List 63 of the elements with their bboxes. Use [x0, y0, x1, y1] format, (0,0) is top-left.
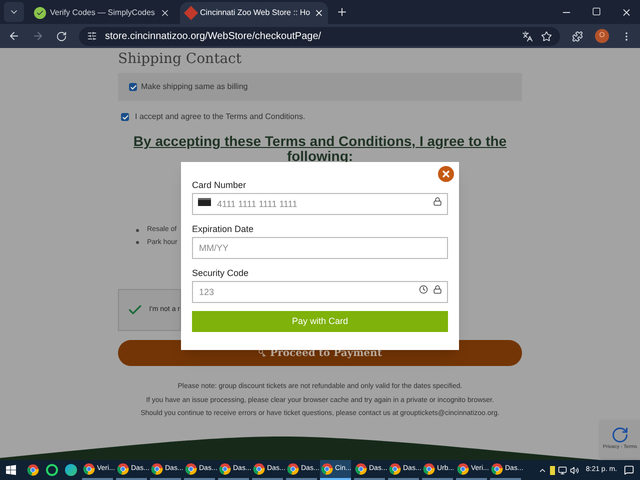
- browser-icon: [219, 463, 231, 475]
- browser-icon: [287, 463, 299, 475]
- url-text: store.cincinnatizoo.org/WebStore/checkoutPage/: [105, 30, 322, 44]
- browser-tab[interactable]: Cincinnati Zoo Web Store :: Ho: [180, 2, 328, 24]
- section-title: Shipping Contact: [118, 50, 243, 69]
- forward-icon[interactable]: [32, 30, 44, 42]
- new-tab-icon[interactable]: [336, 6, 348, 18]
- close-tab-icon[interactable]: [314, 8, 324, 18]
- address-bar[interactable]: store.cincinnatizoo.org/WebStore/checkoutPage/: [79, 26, 560, 46]
- key-icon: [258, 349, 266, 357]
- checkbox-label: Make shipping same as billing: [141, 81, 248, 93]
- restore-icon[interactable]: [592, 7, 601, 16]
- browser-icon: [185, 463, 197, 475]
- checkbox[interactable]: [129, 83, 137, 91]
- volume-icon[interactable]: [570, 466, 579, 474]
- close-tab-icon[interactable]: [160, 8, 170, 18]
- checkbox[interactable]: [121, 113, 129, 121]
- browser-icon: [83, 463, 95, 475]
- network-icon[interactable]: [558, 466, 567, 474]
- input-field[interactable]: MM/YY: [192, 237, 448, 259]
- site-info-icon[interactable]: [87, 31, 97, 41]
- browser-icon: [355, 463, 367, 475]
- chat-app-icon[interactable]: [46, 464, 58, 476]
- windows-start-icon[interactable]: [6, 465, 16, 475]
- browser-icon: [321, 463, 333, 475]
- translate-icon[interactable]: [522, 30, 533, 42]
- browser-icon: [27, 464, 39, 476]
- extensions-icon[interactable]: [572, 30, 583, 42]
- close-icon: [441, 169, 451, 179]
- input-field[interactable]: 123: [192, 281, 448, 303]
- terms-heading: By accepting these Terms and Conditions, I agree to the: [133, 134, 507, 149]
- input-field[interactable]: 4111 1111 1111 1111: [192, 193, 448, 215]
- field-label: Expiration Date: [192, 223, 255, 235]
- recaptcha-logo-icon: [611, 426, 629, 444]
- browser-icon: [423, 463, 435, 475]
- checkbox-label: I accept and agree to the Terms and Conditions.: [135, 111, 306, 123]
- browser-icon: [151, 463, 163, 475]
- lock-icon: [433, 285, 442, 294]
- battery-icon[interactable]: [550, 466, 555, 474]
- close-button[interactable]: [438, 166, 454, 182]
- browser-icon: [389, 463, 401, 475]
- card-icon: [198, 198, 211, 206]
- browser-icon: [117, 463, 129, 475]
- back-icon[interactable]: [8, 30, 20, 42]
- browser-icon: [491, 463, 503, 475]
- field-label: Security Code: [192, 267, 250, 279]
- info-icon: [419, 285, 428, 294]
- notifications-icon[interactable]: [624, 465, 634, 475]
- browser-icon: [253, 463, 265, 475]
- tab-title: Verify Codes — SimplyCodes: [50, 7, 156, 19]
- bullet-icon: [136, 241, 139, 244]
- bookmark-star-icon[interactable]: [541, 30, 552, 42]
- checkmark-favicon-icon: [34, 7, 46, 19]
- reload-icon[interactable]: [56, 30, 67, 42]
- browser-tab[interactable]: Verify Codes — SimplyCodes: [28, 2, 176, 24]
- browser-icon: [457, 463, 469, 475]
- tab-title: Cincinnati Zoo Web Store :: Ho: [200, 7, 310, 19]
- lock-icon: [433, 197, 442, 206]
- close-window-icon[interactable]: [621, 7, 632, 18]
- edge-browser-icon[interactable]: [65, 464, 77, 476]
- terms-heading: following:: [286, 149, 354, 164]
- bullet-icon: [136, 228, 139, 232]
- field-label: Card Number: [192, 179, 248, 191]
